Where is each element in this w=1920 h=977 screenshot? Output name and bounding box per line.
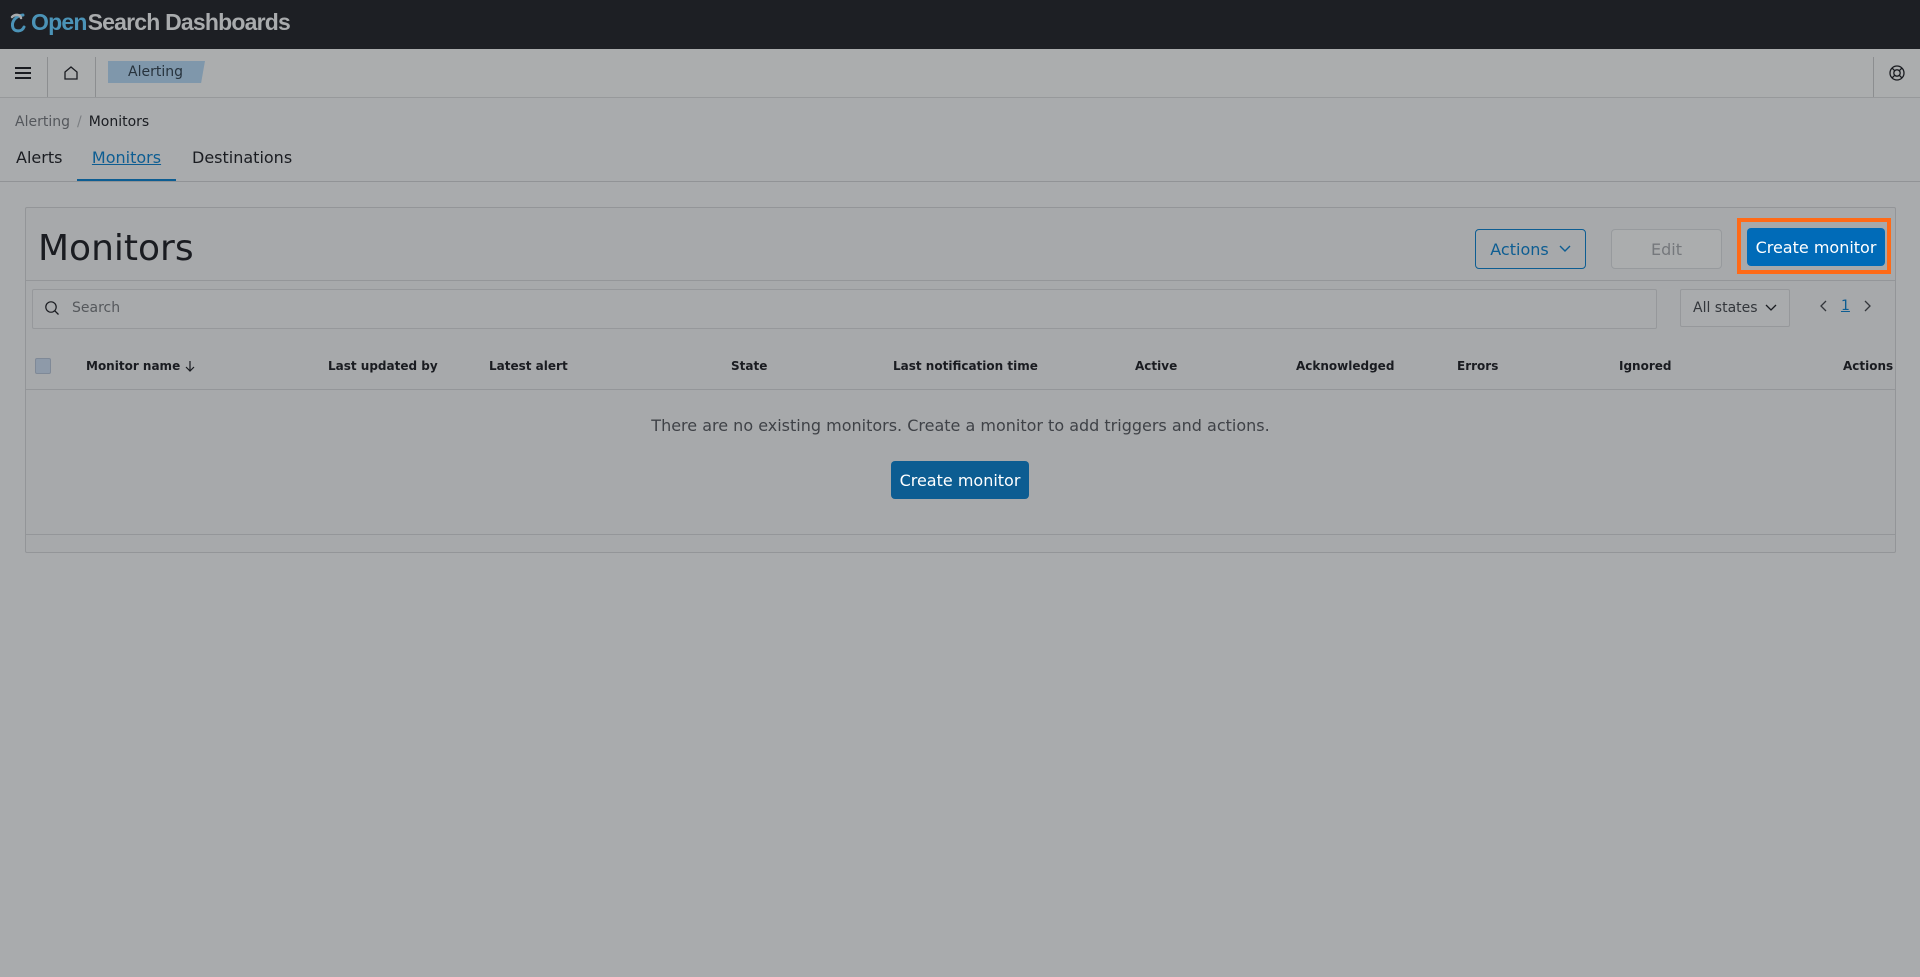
column-ignored[interactable]: Ignored <box>1619 359 1672 373</box>
search-input[interactable]: Search <box>32 289 1657 329</box>
column-last-notification-time[interactable]: Last notification time <box>893 359 1038 373</box>
column-errors[interactable]: Errors <box>1457 359 1498 373</box>
create-monitor-button[interactable]: Create monitor <box>1747 228 1885 266</box>
home-icon <box>64 66 78 80</box>
nav-divider <box>1873 57 1874 97</box>
actions-button[interactable]: Actions <box>1475 229 1586 269</box>
column-actions: Actions <box>1843 359 1894 373</box>
column-monitor-name-label: Monitor name <box>86 359 181 373</box>
actions-button-label: Actions <box>1490 239 1549 259</box>
breadcrumb: Alerting / Monitors <box>15 114 149 130</box>
help-button[interactable] <box>1882 49 1912 97</box>
help-icon <box>1889 65 1905 81</box>
breadcrumb-alerting[interactable]: Alerting <box>15 114 70 130</box>
pagination: 1 <box>1819 298 1872 314</box>
tab-alerts[interactable]: Alerts <box>16 134 62 181</box>
breadcrumb-monitors: Monitors <box>88 114 150 130</box>
breadcrumb-separator: / <box>76 114 82 130</box>
tab-destinations[interactable]: Destinations <box>192 134 292 181</box>
sort-arrow-down-icon <box>185 361 195 372</box>
tabs-divider <box>0 181 1920 182</box>
column-active[interactable]: Active <box>1135 359 1177 373</box>
chevron-down-icon <box>1765 304 1777 311</box>
page-title: Monitors <box>38 228 194 269</box>
panel-footer-divider <box>26 534 1895 535</box>
opensearch-logo[interactable]: OpenSearch Dashboards <box>9 9 291 36</box>
top-header: OpenSearch Dashboards <box>0 0 1920 49</box>
search-icon <box>45 301 59 315</box>
select-all-checkbox[interactable] <box>35 358 51 374</box>
app-breadcrumb-alerting[interactable]: Alerting <box>108 61 205 83</box>
nav-divider <box>47 57 48 97</box>
logo-text-rest: Search Dashboards <box>87 9 291 35</box>
monitors-panel: Monitors Actions Edit Create monitor Sea… <box>25 207 1896 553</box>
column-latest-alert[interactable]: Latest alert <box>489 359 568 373</box>
edit-button[interactable]: Edit <box>1611 229 1722 269</box>
column-acknowledged[interactable]: Acknowledged <box>1296 359 1394 373</box>
page-number-1[interactable]: 1 <box>1841 298 1850 314</box>
empty-create-monitor-button[interactable]: Create monitor <box>891 461 1029 499</box>
home-button[interactable] <box>56 49 86 97</box>
column-last-updated-by[interactable]: Last updated by <box>328 359 438 373</box>
states-filter-select[interactable]: All states <box>1680 289 1790 327</box>
chevron-left-icon[interactable] <box>1819 300 1827 312</box>
nav-divider <box>95 57 96 97</box>
navigation-bar: Alerting <box>0 49 1920 98</box>
states-filter-value: All states <box>1693 300 1758 316</box>
chevron-down-icon <box>1559 245 1571 252</box>
menu-icon <box>15 67 31 79</box>
tab-monitors[interactable]: Monitors <box>77 134 176 181</box>
column-monitor-name[interactable]: Monitor name <box>86 359 195 373</box>
panel-header-divider <box>26 280 1895 281</box>
column-state[interactable]: State <box>731 359 767 373</box>
logo-text-open: Open <box>31 9 87 35</box>
table-header: Monitor name Last updated by Latest aler… <box>26 342 1895 390</box>
chevron-right-icon[interactable] <box>1864 300 1872 312</box>
empty-state-message: There are no existing monitors. Create a… <box>651 416 1270 435</box>
menu-button[interactable] <box>8 49 38 97</box>
opensearch-mark-icon <box>10 13 26 32</box>
search-placeholder: Search <box>72 300 121 316</box>
